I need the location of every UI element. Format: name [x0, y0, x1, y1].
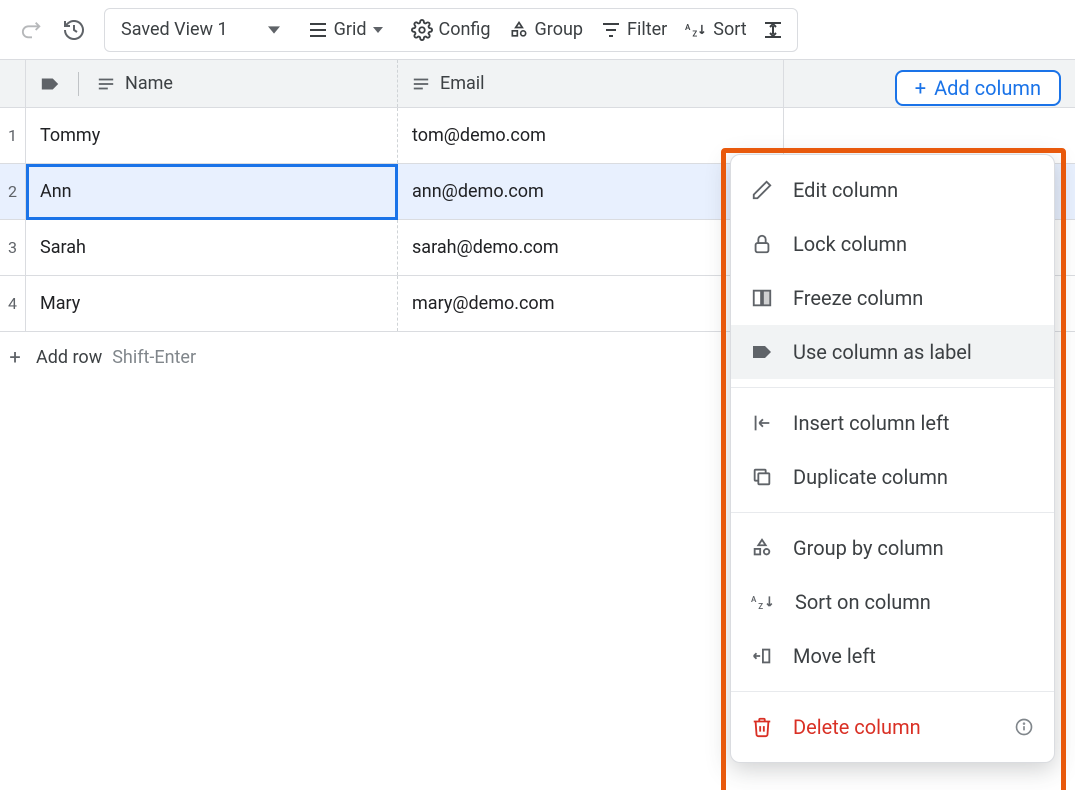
- menu-delete-column[interactable]: Delete column: [731, 700, 1054, 754]
- menu-group-by[interactable]: Group by column: [731, 521, 1054, 575]
- gear-icon: [411, 19, 433, 41]
- menu-duplicate[interactable]: Duplicate column: [731, 450, 1054, 504]
- add-column-button[interactable]: + Add column: [895, 70, 1061, 106]
- plus-icon: +: [915, 76, 926, 100]
- redo-button[interactable]: [14, 12, 50, 48]
- menu-separator: [731, 387, 1054, 388]
- cell-email[interactable]: sarah@demo.com: [398, 220, 784, 275]
- layout-label: Grid: [334, 19, 367, 40]
- chevron-down-icon: [373, 25, 383, 35]
- menu-sort-on[interactable]: AZ Sort on column: [731, 575, 1054, 629]
- column-email-label: Email: [440, 73, 485, 94]
- info-icon: [1014, 717, 1034, 737]
- menu-separator: [731, 512, 1054, 513]
- row-number-header: [0, 60, 26, 107]
- row-height-button[interactable]: [757, 12, 789, 48]
- sort-button[interactable]: AZ Sort: [677, 12, 754, 48]
- saved-view-selector[interactable]: Saved View 1: [113, 12, 288, 48]
- group-button[interactable]: Group: [501, 12, 591, 48]
- config-button[interactable]: Config: [403, 12, 499, 48]
- grid-lines-icon: [308, 21, 328, 39]
- label-tag-icon: [40, 76, 60, 92]
- freeze-icon: [751, 287, 773, 309]
- row-height-icon: [763, 20, 783, 40]
- config-label: Config: [439, 19, 491, 40]
- svg-text:Z: Z: [758, 602, 763, 611]
- sort-az-icon: AZ: [685, 20, 707, 40]
- menu-use-as-label[interactable]: Use column as label: [731, 325, 1054, 379]
- cell-name[interactable]: Tommy: [26, 108, 398, 163]
- row-number: 3: [0, 220, 26, 275]
- duplicate-icon: [751, 466, 773, 488]
- cell-name[interactable]: Ann: [26, 164, 398, 219]
- cell-email[interactable]: mary@demo.com: [398, 276, 784, 331]
- menu-insert-left[interactable]: Insert column left: [731, 396, 1054, 450]
- cell-name[interactable]: Sarah: [26, 220, 398, 275]
- cell-email[interactable]: ann@demo.com: [398, 164, 784, 219]
- column-header-name[interactable]: Name: [26, 60, 398, 107]
- row-number: 1: [0, 108, 26, 163]
- saved-view-label: Saved View 1: [121, 19, 228, 40]
- menu-freeze-column[interactable]: Freeze column: [731, 271, 1054, 325]
- plus-icon: +: [4, 345, 26, 369]
- group-icon: [509, 20, 529, 40]
- lock-icon: [751, 233, 773, 255]
- sort-az-icon: AZ: [751, 591, 775, 613]
- column-name-label: Name: [125, 73, 173, 94]
- insert-left-icon: [751, 412, 773, 434]
- menu-separator: [731, 691, 1054, 692]
- menu-move-left[interactable]: Move left: [731, 629, 1054, 683]
- group-icon: [751, 537, 773, 559]
- column-context-menu: Edit column Lock column Freeze column Us…: [730, 154, 1055, 763]
- filter-label: Filter: [627, 19, 667, 40]
- add-row-hint: Shift-Enter: [112, 347, 196, 368]
- menu-edit-column[interactable]: Edit column: [731, 163, 1054, 217]
- history-button[interactable]: [56, 12, 92, 48]
- column-header-email[interactable]: Email: [398, 60, 784, 107]
- text-type-icon: [412, 77, 430, 91]
- svg-text:A: A: [751, 595, 757, 604]
- text-type-icon: [97, 77, 115, 91]
- row-number: 2: [0, 164, 26, 219]
- svg-text:A: A: [685, 23, 691, 32]
- filter-icon: [601, 21, 621, 39]
- move-left-icon: [751, 645, 773, 667]
- svg-text:Z: Z: [693, 29, 698, 38]
- layout-selector[interactable]: Grid: [300, 12, 391, 48]
- row-number: 4: [0, 276, 26, 331]
- add-column-label: Add column: [934, 76, 1041, 100]
- cell-email[interactable]: tom@demo.com: [398, 108, 784, 163]
- toolbar: Saved View 1 Grid Config Group Filter AZ…: [0, 0, 1075, 60]
- sort-label: Sort: [713, 19, 746, 40]
- toolbar-group: Saved View 1 Grid Config Group Filter AZ…: [104, 8, 798, 52]
- cell-name[interactable]: Mary: [26, 276, 398, 331]
- trash-icon: [751, 716, 773, 738]
- chevron-down-icon: [268, 24, 280, 36]
- grid: Name Email 1 Tommy tom@demo.com 2 Ann an…: [0, 60, 1075, 790]
- label-tag-icon: [751, 343, 773, 361]
- filter-button[interactable]: Filter: [593, 12, 675, 48]
- menu-lock-column[interactable]: Lock column: [731, 217, 1054, 271]
- divider: [78, 72, 79, 96]
- pencil-icon: [751, 179, 773, 201]
- group-label: Group: [535, 19, 583, 40]
- add-row-label: Add row: [36, 347, 102, 368]
